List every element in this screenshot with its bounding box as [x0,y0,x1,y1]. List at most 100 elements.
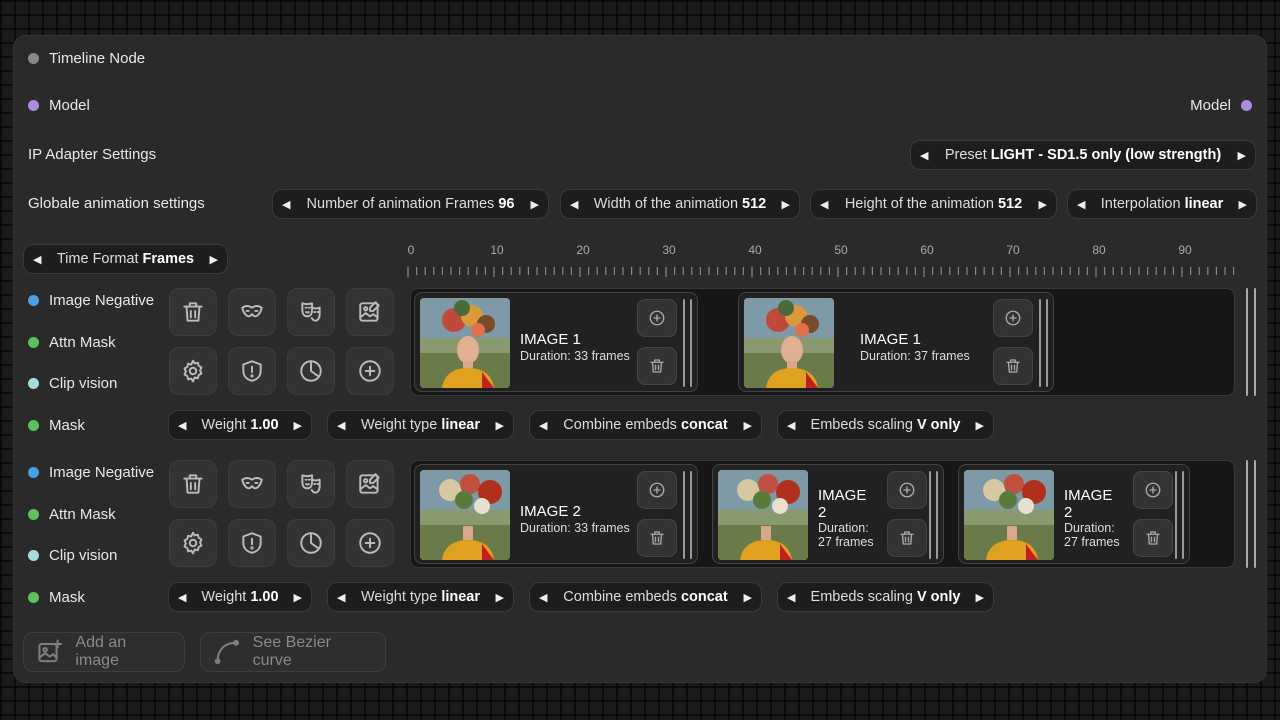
chevron-left-icon[interactable] [1077,198,1085,211]
input-mask[interactable]: Mask [28,589,85,606]
pie-chart-button[interactable] [287,519,335,567]
clip-delete-button[interactable] [887,519,927,557]
chevron-right-icon[interactable] [1239,198,1247,211]
weight-type-widget[interactable]: Weight type linear [327,582,514,612]
model-input-dot[interactable] [28,100,39,111]
weight-widget[interactable]: Weight 1.00 [168,410,312,440]
model-input[interactable]: Model [28,97,90,114]
time-format-widget[interactable]: Time Format Frames [23,244,228,274]
mask-button[interactable] [228,460,276,508]
input-clip-vision[interactable]: Clip vision [28,547,117,564]
clip-delete-button[interactable] [1133,519,1173,557]
chevron-right-icon[interactable] [496,419,504,432]
image-edit-button[interactable] [346,288,394,336]
gear-button[interactable] [169,347,217,395]
bezier-curve-button[interactable]: See Bezier curve [200,632,386,672]
input-dot[interactable] [28,419,39,431]
mask-button[interactable] [228,288,276,336]
embeds-scaling-widget[interactable]: Embeds scaling V only [777,410,994,440]
add-image-button[interactable]: Add an image [23,632,185,672]
interpolation-widget[interactable]: Interpolation linear [1067,189,1257,219]
input-image-negative[interactable]: Image Negative [28,292,154,309]
width-widget[interactable]: Width of the animation 512 [560,189,800,219]
shield-alert-button[interactable] [228,347,276,395]
theater-masks-button[interactable] [287,460,335,508]
add-circle-button[interactable] [346,347,394,395]
input-dot[interactable] [28,591,39,603]
chevron-right-icon[interactable] [210,253,218,266]
image-clip[interactable]: IMAGE 1 Duration: 33 frames [414,292,698,392]
chevron-left-icon[interactable] [178,591,186,604]
weight-widget[interactable]: Weight 1.00 [168,582,312,612]
weight-type-widget[interactable]: Weight type linear [327,410,514,440]
image-edit-button[interactable] [346,460,394,508]
input-mask[interactable]: Mask [28,417,85,434]
theater-masks-button[interactable] [287,288,335,336]
chevron-left-icon[interactable] [337,419,345,432]
chevron-right-icon[interactable] [531,198,539,211]
chevron-left-icon[interactable] [178,419,186,432]
clip-resize-handle[interactable] [1175,471,1177,559]
chevron-left-icon[interactable] [337,591,345,604]
chevron-left-icon[interactable] [539,591,547,604]
chevron-right-icon[interactable] [1039,198,1047,211]
clip-add-button[interactable] [637,299,677,337]
clip-resize-handle[interactable] [690,471,692,559]
chevron-right-icon[interactable] [782,198,790,211]
input-dot[interactable] [28,467,39,478]
preset-selector[interactable]: Preset LIGHT - SD1.5 only (low strength) [910,140,1256,170]
chevron-right-icon[interactable] [496,591,504,604]
track-end-handle[interactable] [1254,460,1256,568]
track-end-handle[interactable] [1246,288,1248,396]
clip-resize-handle[interactable] [1039,299,1041,387]
input-image-negative[interactable]: Image Negative [28,464,154,481]
track-end-handle[interactable] [1246,460,1248,568]
chevron-right-icon[interactable] [744,591,752,604]
chevron-left-icon[interactable] [787,419,795,432]
chevron-left-icon[interactable] [33,253,41,266]
pie-chart-button[interactable] [287,347,335,395]
input-clip-vision[interactable]: Clip vision [28,375,117,392]
clip-delete-button[interactable] [993,347,1033,385]
clip-add-button[interactable] [637,471,677,509]
input-dot[interactable] [28,508,39,520]
trash-button[interactable] [169,288,217,336]
embeds-scaling-widget[interactable]: Embeds scaling V only [777,582,994,612]
chevron-right-icon[interactable] [294,419,302,432]
clip-resize-handle[interactable] [690,299,692,387]
clip-delete-button[interactable] [637,347,677,385]
chevron-left-icon[interactable] [820,198,828,211]
clip-resize-handle[interactable] [683,471,685,559]
combine-embeds-widget[interactable]: Combine embeds concat [529,582,762,612]
image-clip[interactable]: IMAGE 2 Duration: 27 frames [958,464,1190,564]
frames-count-widget[interactable]: Number of animation Frames 96 [272,189,549,219]
clip-resize-handle[interactable] [1046,299,1048,387]
chevron-left-icon[interactable] [787,591,795,604]
chevron-left-icon[interactable] [570,198,578,211]
track-end-handle[interactable] [1254,288,1256,396]
model-output[interactable]: Model [1190,97,1252,114]
gear-button[interactable] [169,519,217,567]
image-clip[interactable]: IMAGE 2 Duration: 33 frames [414,464,698,564]
chevron-left-icon[interactable] [539,419,547,432]
chevron-right-icon[interactable] [976,591,984,604]
chevron-left-icon[interactable] [920,149,928,162]
clip-resize-handle[interactable] [683,299,685,387]
chevron-right-icon[interactable] [1238,149,1246,162]
clip-add-button[interactable] [887,471,927,509]
shield-alert-button[interactable] [228,519,276,567]
clip-delete-button[interactable] [637,519,677,557]
combine-embeds-widget[interactable]: Combine embeds concat [529,410,762,440]
chevron-left-icon[interactable] [282,198,290,211]
clip-add-button[interactable] [993,299,1033,337]
input-dot[interactable] [28,378,39,389]
input-dot[interactable] [28,550,39,561]
clip-resize-handle[interactable] [936,471,938,559]
chevron-right-icon[interactable] [294,591,302,604]
image-clip[interactable]: IMAGE 1 Duration: 37 frames [738,292,1054,392]
model-output-dot[interactable] [1241,100,1252,111]
input-attn-mask[interactable]: Attn Mask [28,506,116,523]
trash-button[interactable] [169,460,217,508]
add-circle-button[interactable] [346,519,394,567]
input-dot[interactable] [28,336,39,348]
